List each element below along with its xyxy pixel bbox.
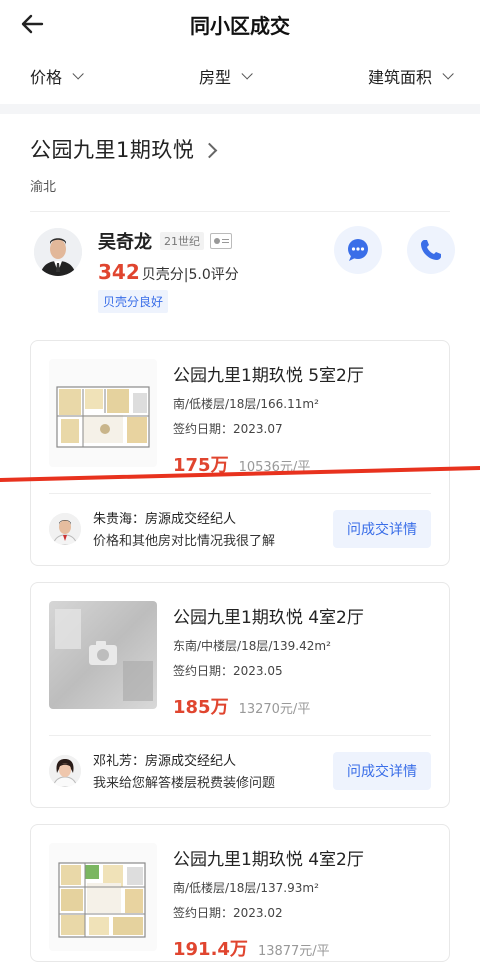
- photo-placeholder-thumbnail: [49, 601, 157, 709]
- chevron-down-icon: [442, 68, 454, 80]
- section-divider: [0, 104, 480, 114]
- chat-bubble-icon: [348, 239, 368, 261]
- filter-area[interactable]: 建筑面积: [367, 64, 454, 88]
- listing-date: 签约日期：2023.07: [173, 422, 283, 436]
- listing-details: 东南/中楼层/18层/139.42m²: [173, 639, 331, 653]
- agent-avatar-small[interactable]: [49, 512, 81, 545]
- listing-unit-price: 13877元/平: [257, 944, 330, 959]
- agent-avatar[interactable]: [34, 228, 82, 276]
- listing-title: 公园九里1期玖悦 5室2厅: [173, 366, 364, 386]
- listing-title: 公园九里1期玖悦 4室2厅: [173, 850, 364, 870]
- listing-card[interactable]: 公园九里1期玖悦 5室2厅 南/低楼层/18层/166.11m² 签约日期：20…: [30, 340, 450, 566]
- ask-deal-details-button[interactable]: 问成交详情: [333, 509, 431, 548]
- message-button[interactable]: [334, 226, 382, 274]
- call-button[interactable]: [407, 226, 455, 274]
- listing-card[interactable]: 公园九里1期玖悦 4室2厅 南/低楼层/18层/137.93m² 签约日期：20…: [30, 824, 450, 962]
- filter-area-label: 建筑面积: [367, 68, 432, 87]
- deal-agent-desc: 价格和其他房对比情况我很了解: [93, 534, 276, 549]
- listing-price: 175万: [173, 455, 229, 476]
- phone-icon: [421, 240, 441, 260]
- page-title: 同小区成交: [190, 13, 290, 38]
- community-header: 公园九里1期玖悦 渝北: [0, 114, 480, 195]
- listing-title: 公园九里1期玖悦 4室2厅: [173, 608, 364, 628]
- deal-agent-desc: 我来给您解答楼层税费装修问题: [93, 776, 276, 791]
- chevron-down-icon: [241, 68, 253, 80]
- agent-avatar-small[interactable]: [49, 754, 81, 787]
- listing-details: 南/低楼层/18层/166.11m²: [173, 397, 319, 411]
- listing-unit-price: 10536元/平: [238, 460, 311, 475]
- listing-price: 185万: [173, 697, 229, 718]
- listing-card[interactable]: 公园九里1期玖悦 4室2厅 东南/中楼层/18层/139.42m² 签约日期：2…: [30, 582, 450, 808]
- listing-price: 191.4万: [173, 939, 248, 960]
- chevron-right-icon: [202, 142, 218, 158]
- agent-name[interactable]: 吴奇龙: [98, 228, 152, 254]
- agent-score-text: 贝壳分|5.0评分: [141, 267, 239, 283]
- floorplan-thumbnail: [49, 359, 157, 467]
- transaction-list: 公园九里1期玖悦 5室2厅 南/低楼层/18层/166.11m² 签约日期：20…: [0, 320, 480, 962]
- agent-score: 342: [98, 260, 140, 284]
- floorplan-thumbnail: [49, 843, 157, 951]
- community-name: 公园九里1期玖悦: [30, 138, 195, 162]
- filter-room-type-label: 房型: [198, 68, 231, 87]
- deal-agent-line: 邓礼芳：房源成交经纪人: [93, 754, 237, 769]
- filter-price-label: 价格: [30, 68, 63, 87]
- business-card-icon[interactable]: [210, 233, 232, 249]
- listing-date: 签约日期：2023.02: [173, 906, 283, 920]
- community-district: 渝北: [30, 180, 57, 195]
- listing-unit-price: 13270元/平: [238, 702, 311, 717]
- back-arrow-icon[interactable]: [18, 10, 46, 38]
- agent-section: 吴奇龙 21世纪 342 贝壳分|5.0评分 贝壳分良好: [0, 212, 480, 320]
- community-link[interactable]: 公园九里1期玖悦: [30, 134, 450, 164]
- agent-company-tag: 21世纪: [160, 232, 204, 250]
- deal-agent-line: 朱贵海：房源成交经纪人: [93, 512, 237, 527]
- agent-info: 吴奇龙 21世纪 342 贝壳分|5.0评分 贝壳分良好: [98, 228, 239, 313]
- listing-details: 南/低楼层/18层/137.93m²: [173, 881, 319, 895]
- ask-deal-details-button[interactable]: 问成交详情: [333, 751, 431, 790]
- agent-badge: 贝壳分良好: [98, 290, 169, 313]
- filter-bar: 价格 房型 建筑面积: [0, 48, 480, 104]
- listing-date: 签约日期：2023.05: [173, 664, 283, 678]
- filter-price[interactable]: 价格: [30, 64, 84, 88]
- chevron-down-icon: [72, 68, 84, 80]
- top-nav: 同小区成交: [0, 0, 480, 48]
- agent-score-row: 342 贝壳分|5.0评分: [98, 260, 239, 284]
- filter-room-type[interactable]: 房型: [198, 64, 253, 88]
